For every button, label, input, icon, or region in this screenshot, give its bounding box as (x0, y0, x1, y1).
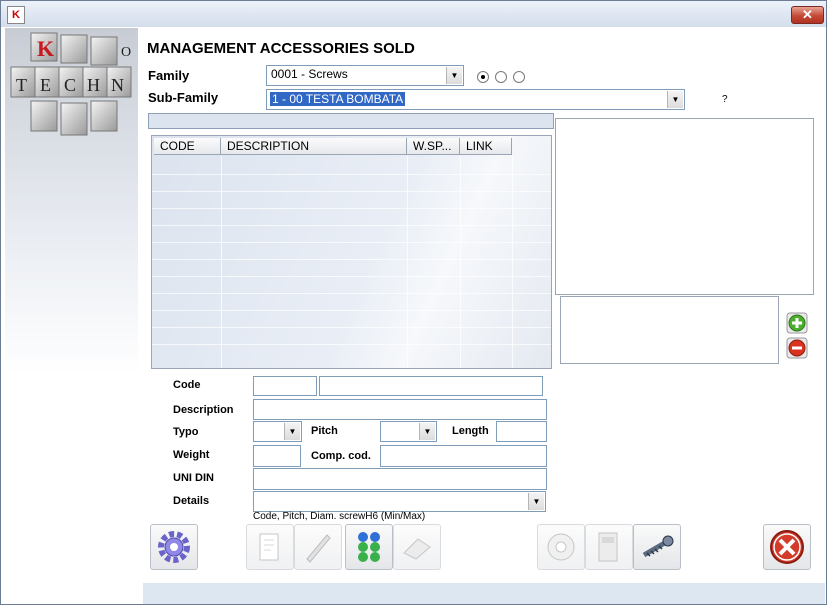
radio-option-3[interactable] (513, 71, 525, 83)
chevron-down-icon[interactable]: ▼ (528, 493, 544, 510)
logo-letter-k: K (37, 36, 54, 61)
grid-row-line (152, 208, 551, 209)
logo-letter-c: C (64, 75, 76, 95)
pitch-select[interactable]: ▼ (380, 421, 437, 442)
techno-logo: K T E C H N O (10, 32, 132, 136)
grid-divider (460, 156, 461, 368)
accessories-table[interactable]: CODE DESCRIPTION W.SP... LINK (151, 135, 552, 369)
details-select[interactable]: ▼ (253, 491, 546, 512)
subfamily-label: Sub-Family (148, 90, 219, 105)
window-close-button[interactable]: ✕ (791, 6, 824, 24)
grid-divider (512, 156, 513, 368)
code-label: Code (173, 379, 201, 391)
logo-letter-n: N (111, 75, 124, 95)
settings-button[interactable] (150, 524, 198, 570)
progress-bar (148, 113, 554, 129)
chevron-down-icon[interactable]: ▼ (284, 423, 300, 440)
details-hint: Code, Pitch, Diam. screwH6 (Min/Max) (253, 511, 426, 522)
grid-row-line (152, 344, 551, 345)
subfamily-value: 1 - 00 TESTA BOMBATA (270, 92, 406, 106)
pen-button[interactable] (294, 524, 342, 570)
description-label: Description (173, 404, 234, 416)
app-icon[interactable]: K (7, 6, 25, 24)
page-title: MANAGEMENT ACCESSORIES SOLD (147, 40, 415, 57)
disk-icon (547, 533, 575, 561)
grid-row-line (152, 276, 551, 277)
weight-label: Weight (173, 449, 210, 461)
grid-row-line (152, 259, 551, 260)
application-window: K ✕ K T E C H N O MANAGEMENT ACCESSORIES… (0, 0, 827, 605)
column-header-description[interactable]: DESCRIPTION (221, 138, 407, 155)
unidin-label: UNI DIN (173, 472, 214, 484)
description-field[interactable] (253, 399, 547, 420)
image-preview-box (555, 118, 814, 295)
grid-divider (221, 156, 222, 368)
chevron-down-icon[interactable]: ▼ (419, 423, 435, 440)
logo-letter-t: T (16, 75, 27, 95)
length-label: Length (452, 425, 489, 437)
blocks-icon (358, 532, 380, 562)
title-bar[interactable]: K ✕ (1, 1, 826, 27)
help-mark: ? (722, 94, 728, 105)
pitch-label: Pitch (311, 425, 338, 437)
compcod-field[interactable] (380, 445, 547, 467)
eraser-button[interactable] (393, 524, 441, 570)
pen-icon (306, 534, 331, 563)
logo-letter-e: E (40, 75, 51, 95)
exit-button[interactable] (763, 524, 811, 570)
grid-row-line (152, 225, 551, 226)
edit-button[interactable] (246, 524, 294, 570)
edit-page-icon (259, 533, 279, 561)
minus-icon[interactable] (786, 337, 808, 359)
grid-row-line (152, 242, 551, 243)
eraser-icon (403, 538, 431, 560)
weight-field[interactable] (253, 445, 301, 467)
radio-option-1[interactable] (477, 71, 489, 83)
logo-letter-o: O (121, 45, 131, 60)
machine-icon (598, 532, 618, 562)
code-field[interactable] (253, 376, 317, 396)
subfamily-select[interactable]: 1 - 00 TESTA BOMBATA ▼ (266, 89, 685, 110)
exit-icon (770, 530, 804, 564)
unidin-field[interactable] (253, 468, 547, 490)
family-label: Family (148, 68, 190, 83)
details-label: Details (173, 495, 210, 507)
family-value: 0001 - Screws (271, 67, 348, 81)
notes-box[interactable] (560, 296, 779, 364)
grid-row-line (152, 191, 551, 192)
column-header-wsp[interactable]: W.SP... (407, 138, 460, 155)
grid-row-line (152, 327, 551, 328)
typo-label: Typo (173, 426, 199, 438)
logo-letter-h: H (87, 75, 100, 95)
column-header-link[interactable]: LINK (460, 138, 512, 155)
grid-row-line (152, 310, 551, 311)
grid-row-line (152, 293, 551, 294)
machine-button[interactable] (585, 524, 633, 570)
grid-row-line (152, 174, 551, 175)
screw-icon (642, 535, 674, 558)
grid-divider (407, 156, 408, 368)
column-header-code[interactable]: CODE (154, 138, 221, 155)
chevron-down-icon[interactable]: ▼ (446, 67, 462, 84)
screw-button[interactable] (633, 524, 681, 570)
plus-icon[interactable] (786, 312, 808, 334)
chevron-down-icon[interactable]: ▼ (667, 91, 683, 108)
compcod-label: Comp. cod. (311, 450, 371, 462)
code-description-field[interactable] (319, 376, 543, 396)
family-select[interactable]: 0001 - Screws ▼ (266, 65, 464, 86)
gear-icon (158, 531, 190, 563)
blocks-button[interactable] (345, 524, 393, 570)
disk-button[interactable] (537, 524, 585, 570)
length-field[interactable] (496, 421, 547, 442)
status-strip (143, 583, 825, 604)
typo-select[interactable]: ▼ (253, 421, 302, 442)
radio-option-2[interactable] (495, 71, 507, 83)
